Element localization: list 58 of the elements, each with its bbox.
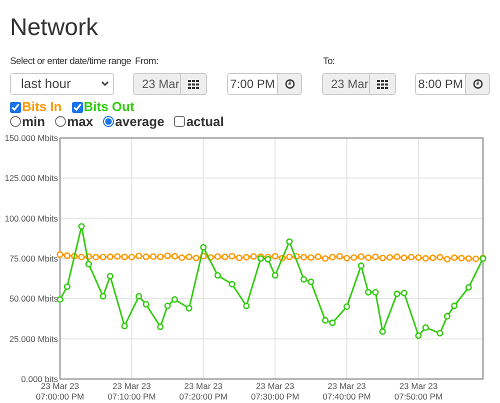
y-tick-label: 125.000 Mbits <box>4 173 58 184</box>
date-field[interactable]: 23 Mar <box>133 73 181 95</box>
field-label: Select or enter date/time range <box>10 56 132 67</box>
calendar-icon <box>188 80 199 88</box>
x-tick-label: 23 Mar 23 07:30:00 PM <box>250 381 300 402</box>
y-tick-label: 75.000 Mbits <box>9 254 58 264</box>
checkbox[interactable] <box>72 102 83 112</box>
checkbox[interactable] <box>174 116 186 127</box>
calendar-button[interactable] <box>181 73 207 95</box>
y-tick-label: 50.000 Mbits <box>9 294 58 304</box>
x-tick-label: 23 Mar 23 07:10:00 PM <box>108 381 156 402</box>
radio-button[interactable] <box>103 116 114 127</box>
x-tick-label: 23 Mar 23 07:40:00 PM <box>322 381 371 402</box>
field-label: From: <box>135 56 158 67</box>
data-point <box>451 302 458 310</box>
radio-button[interactable] <box>55 116 66 127</box>
data-point <box>106 272 114 280</box>
y-tick-label: 150.000 Mbits <box>4 133 58 143</box>
chevron-icon <box>101 81 109 87</box>
data-point <box>379 328 386 335</box>
data-point <box>186 305 192 312</box>
page-title: Network <box>10 14 100 42</box>
data-point <box>200 244 207 251</box>
field-label: To: <box>323 56 335 67</box>
data-point <box>243 302 250 310</box>
checkbox[interactable] <box>10 102 21 112</box>
clock-button[interactable] <box>278 73 302 95</box>
radio-button[interactable] <box>10 116 21 127</box>
data-point <box>343 303 350 310</box>
data-point <box>121 322 128 330</box>
data-point <box>228 280 236 288</box>
clock-icon <box>472 79 482 89</box>
time-field[interactable]: 7:00 PM <box>227 73 278 95</box>
data-point <box>444 313 450 320</box>
range-select[interactable]: last hour <box>10 73 114 95</box>
x-tick-label: 23 Mar 23 07:00:00 PM <box>36 381 84 402</box>
data-point <box>157 323 164 330</box>
data-point <box>436 330 444 336</box>
calendar-button[interactable] <box>370 73 396 95</box>
x-tick-label: 23 Mar 23 07:20:00 PM <box>179 381 228 402</box>
x-tick-label: 23 Mar 23 07:50:00 PM <box>394 381 443 402</box>
data-point <box>56 296 64 303</box>
time-field[interactable]: 8:00 PM <box>415 73 466 95</box>
data-point <box>465 284 472 291</box>
date-field[interactable]: 23 Mar <box>322 73 370 95</box>
clock-button[interactable] <box>466 73 490 95</box>
calendar-icon <box>377 80 388 88</box>
y-tick-label: 0.000 bits <box>21 374 58 384</box>
data-point <box>286 238 293 245</box>
data-point <box>64 283 70 290</box>
y-tick-label: 100.000 Mbits <box>4 213 58 224</box>
option-label: actual <box>186 112 224 131</box>
clock-icon <box>284 79 294 89</box>
data-point <box>272 272 278 279</box>
data-point <box>100 292 106 300</box>
data-point <box>78 223 85 230</box>
data-point <box>214 272 222 279</box>
y-tick-label: 25.000 Mbits <box>9 334 58 344</box>
